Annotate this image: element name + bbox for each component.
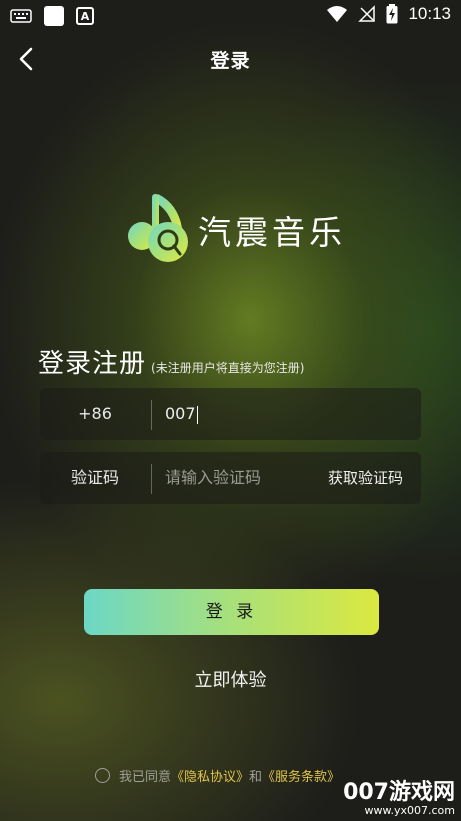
status-left: A — [10, 6, 94, 26]
clock: 10:13 — [408, 4, 451, 23]
agree-prefix: 我已同意 — [119, 770, 172, 785]
watermark-title: 007游戏网 — [343, 780, 455, 805]
phone-field[interactable]: +86 007 — [40, 388, 421, 440]
wifi-icon — [327, 6, 348, 22]
code-input[interactable]: 请输入验证码 — [165, 452, 261, 504]
register-hint: (未注册用户将直接为您注册) — [151, 361, 305, 375]
font-notification-icon: A — [76, 7, 94, 25]
page-title: 登录 — [210, 50, 251, 72]
status-bar: A 10:13 — [0, 0, 461, 32]
battery-charging-icon — [386, 4, 398, 24]
keyboard-icon — [10, 9, 32, 23]
app-name: 汽震音乐 — [198, 213, 346, 252]
app-logo: 汽震音乐 — [122, 190, 346, 270]
privacy-link[interactable]: 《隐私协议》 — [171, 766, 249, 785]
field-divider — [151, 400, 152, 430]
watermark: 007游戏网 www.yx007.com — [343, 774, 455, 817]
verification-code-field[interactable]: 验证码 请输入验证码 获取验证码 — [40, 452, 421, 504]
country-code-selector[interactable]: +86 — [40, 388, 150, 440]
try-now-link[interactable]: 立即体验 — [0, 666, 461, 692]
register-title: 登录注册 — [38, 349, 147, 379]
register-heading: 登录注册 (未注册用户将直接为您注册) — [38, 343, 304, 380]
code-label: 验证码 — [70, 468, 119, 487]
text-caret — [196, 405, 198, 424]
phone-input[interactable]: 007 — [165, 388, 198, 440]
status-right: 10:13 — [326, 4, 451, 24]
agreement-row: 我已同意 《隐私协议》 和 《服务条款》 — [95, 766, 340, 785]
no-signal-icon — [358, 5, 376, 22]
login-button[interactable]: 登 录 — [84, 589, 379, 635]
terms-link[interactable]: 《服务条款》 — [262, 766, 340, 785]
header: 登录 — [0, 36, 461, 82]
get-code-button[interactable]: 获取验证码 — [328, 452, 403, 504]
field-divider — [151, 464, 152, 494]
phone-input-value: 007 — [165, 404, 196, 423]
app-notification-icon — [44, 6, 64, 26]
agree-checkbox[interactable] — [95, 768, 110, 783]
music-note-logo-icon — [128, 194, 188, 262]
agree-and: 和 — [249, 770, 263, 785]
